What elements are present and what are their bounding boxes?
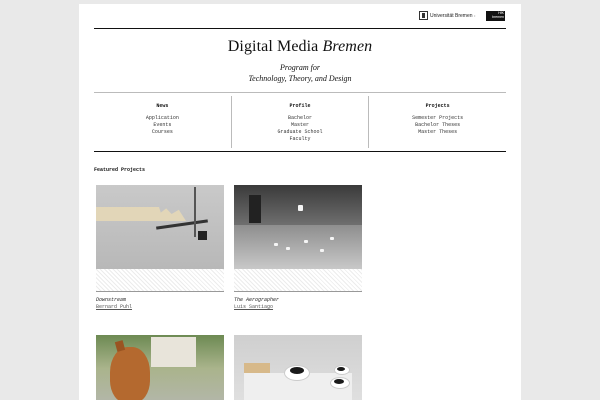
subtitle-line-2: Technology, Theory, and Design (248, 74, 352, 83)
image-content (274, 243, 278, 246)
logo-separator: • (474, 13, 476, 18)
image-content (96, 207, 186, 221)
thumbnail-hatch (96, 269, 224, 291)
hfk-logo[interactable]: HfK bremen (486, 11, 505, 21)
nav-heading-news[interactable]: News (94, 103, 231, 110)
project-title[interactable]: Downstream (96, 297, 224, 303)
site-title-accent: Bremen (322, 38, 373, 55)
site-title[interactable]: Digital Media Bremen (94, 38, 506, 56)
nav-bottom-rule (94, 151, 506, 152)
image-content (194, 187, 196, 237)
image-content (290, 367, 304, 374)
thumbnail-hatch (234, 269, 362, 291)
image-content (249, 195, 261, 223)
image-content (114, 340, 126, 352)
nav-column-profile: Profile Bachelor Master Graduate School … (230, 96, 369, 148)
image-content (304, 240, 308, 243)
university-logo[interactable]: Universität Bremen (419, 11, 473, 20)
nav-item-courses[interactable]: Courses (94, 129, 231, 136)
project-thumbnail[interactable] (234, 335, 362, 400)
project-author[interactable]: Luis Santiago (234, 304, 362, 310)
project-card[interactable] (234, 335, 362, 400)
header-rule (94, 28, 506, 29)
image-content (337, 367, 345, 371)
image-content (334, 379, 344, 384)
nav-column-news: News Application Events Courses (94, 96, 231, 148)
university-logo-text: Universität Bremen (430, 12, 473, 19)
nav-item-semester-projects[interactable]: Semester Projects (369, 115, 506, 122)
image-content (298, 205, 303, 211)
project-thumbnail[interactable] (234, 185, 362, 269)
card-divider (234, 291, 362, 292)
featured-heading: Featured Projects (94, 167, 146, 173)
main-navigation: News Application Events Courses Profile … (94, 96, 506, 148)
project-title[interactable]: The Aerographer (234, 297, 362, 303)
project-card[interactable]: Downstream Bernard Puhl (96, 185, 224, 310)
nav-heading-profile[interactable]: Profile (232, 103, 369, 110)
nav-item-application[interactable]: Application (94, 115, 231, 122)
top-bar: Universität Bremen • HfK bremen (79, 4, 521, 26)
image-content (330, 237, 334, 240)
project-author[interactable]: Bernard Puhl (96, 304, 224, 310)
image-content (234, 225, 362, 269)
image-content (286, 247, 290, 250)
project-card[interactable] (96, 335, 224, 400)
image-content (198, 231, 207, 240)
image-content (320, 249, 324, 252)
image-content (244, 363, 270, 373)
image-content (110, 347, 150, 400)
nav-column-projects: Projects Semester Projects Bachelor Thes… (368, 96, 506, 148)
site-title-main: Digital Media (227, 38, 319, 55)
nav-item-master[interactable]: Master (232, 122, 369, 129)
nav-item-master-theses[interactable]: Master Theses (369, 129, 506, 136)
nav-top-rule (94, 92, 506, 93)
nav-item-graduate-school[interactable]: Graduate School (232, 129, 369, 136)
nav-item-bachelor-theses[interactable]: Bachelor Theses (369, 122, 506, 129)
site-subtitle: Program for Technology, Theory, and Desi… (94, 62, 506, 84)
nav-heading-projects[interactable]: Projects (369, 103, 506, 110)
nav-item-bachelor[interactable]: Bachelor (232, 115, 369, 122)
project-card[interactable]: The Aerographer Luis Santiago (234, 185, 362, 310)
project-thumbnail[interactable] (96, 185, 224, 269)
page-container: Universität Bremen • HfK bremen Digital … (79, 4, 521, 400)
image-content (151, 337, 196, 367)
nav-item-faculty[interactable]: Faculty (232, 136, 369, 143)
card-divider (96, 291, 224, 292)
subtitle-line-1: Program for (280, 63, 320, 72)
nav-item-events[interactable]: Events (94, 122, 231, 129)
project-thumbnail[interactable] (96, 335, 224, 400)
university-seal-icon (419, 11, 428, 20)
